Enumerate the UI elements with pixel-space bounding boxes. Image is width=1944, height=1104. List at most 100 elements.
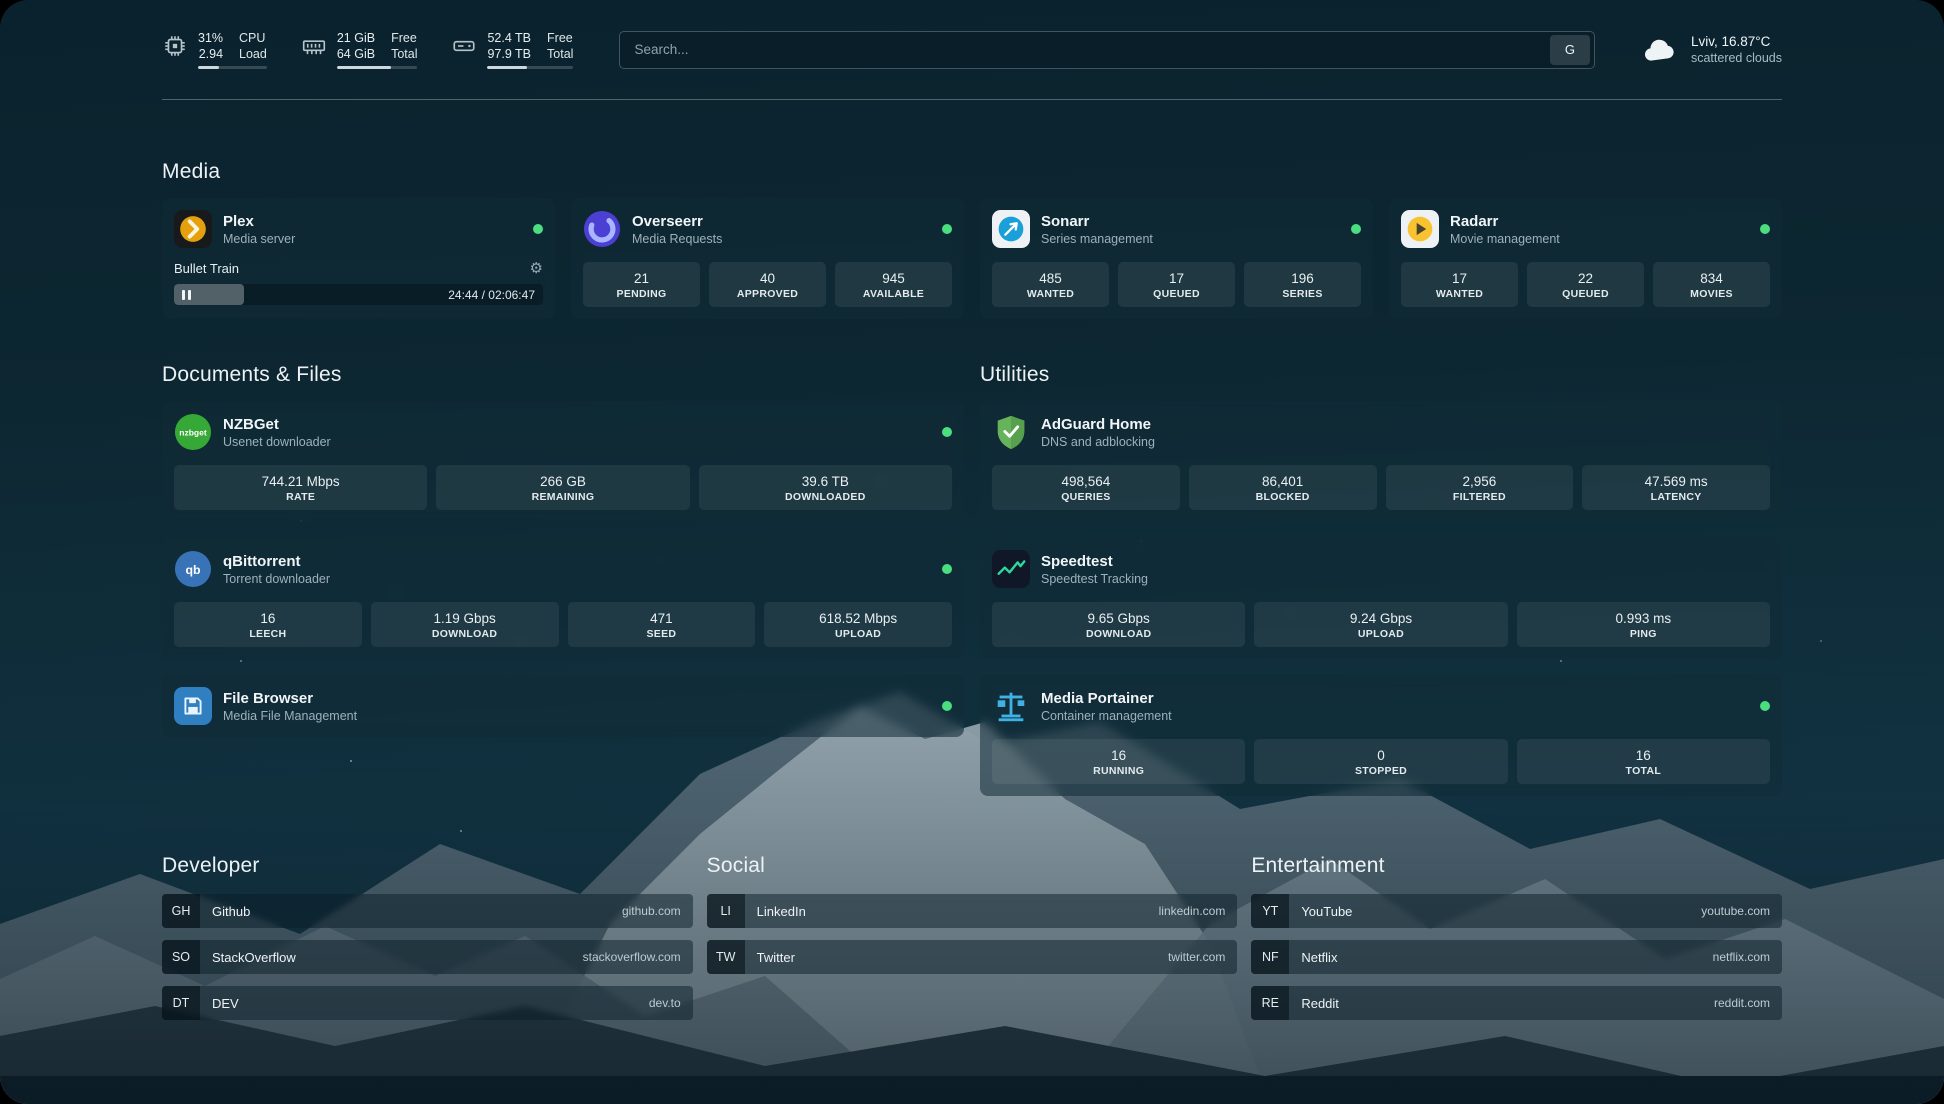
speedtest-icon [992,550,1030,588]
service-desc: DNS and adblocking [1041,434,1155,450]
cpu-widget: 31% CPU 2.94 Load [162,30,267,69]
service-name: NZBGet [223,415,331,434]
service-desc: Media Requests [632,231,722,247]
bookmark-reddit[interactable]: RE Reddit reddit.com [1251,986,1782,1020]
speedtest-card[interactable]: Speedtest Speedtest Tracking 9.65 Gbps D… [980,538,1782,659]
service-name: Radarr [1450,212,1560,231]
utilities-column: Utilities AdGuard Home DNS and adblockin… [980,363,1782,796]
now-playing-title: Bullet Train [174,261,239,276]
status-dot [533,224,543,234]
stat-pending: 21 PENDING [583,262,700,307]
gear-icon[interactable]: ⚙ [530,261,543,276]
plex-card[interactable]: Plex Media server Bullet Train ⚙ 24:44 /… [162,198,555,319]
bookmark-dev[interactable]: DT DEV dev.to [162,986,693,1020]
section-title-social: Social [707,854,1238,878]
reddit-abbr-icon: RE [1251,986,1289,1020]
memory-free-value: 21 GiB [337,30,375,46]
status-dot [942,564,952,574]
adguard-icon [992,413,1030,451]
twitter-abbr-icon: TW [707,940,745,974]
playback-progress-bar: 24:44 / 02:06:47 [174,284,543,305]
stat-download: 1.19 Gbps DOWNLOAD [371,602,559,647]
stat-stopped: 0 STOPPED [1254,739,1507,784]
memory-widget: 21 GiB Free 64 GiB Total [301,30,418,69]
service-name: Plex [223,212,295,231]
disk-free-label: Free [547,30,573,46]
memory-progress-fill [337,66,391,69]
stat-available: 945 AVAILABLE [835,262,952,307]
service-desc: Series management [1041,231,1153,247]
stat-upload: 9.24 Gbps UPLOAD [1254,602,1507,647]
sonarr-icon [992,210,1030,248]
qbittorrent-icon: qb [174,550,212,588]
adguard-card[interactable]: AdGuard Home DNS and adblocking 498,564 … [980,401,1782,522]
status-dot [942,427,952,437]
disk-total-value: 97.9 TB [487,46,531,62]
resource-monitors: 31% CPU 2.94 Load [162,30,573,69]
media-grid: Plex Media server Bullet Train ⚙ 24:44 /… [162,198,1782,319]
stat-latency: 47.569 ms LATENCY [1582,465,1770,510]
service-desc: Usenet downloader [223,434,331,450]
stat-approved: 40 APPROVED [709,262,826,307]
cloud-icon [1641,36,1679,64]
filebrowser-card[interactable]: File Browser Media File Management [162,675,964,737]
status-dot [942,224,952,234]
disk-free-value: 52.4 TB [487,30,531,46]
stat-total: 16 TOTAL [1517,739,1770,784]
dashboard-screen: 31% CPU 2.94 Load [0,0,1944,1104]
service-name: AdGuard Home [1041,415,1155,434]
stat-running: 16 RUNNING [992,739,1245,784]
pause-icon [182,290,185,300]
social-column: Social LI LinkedIn linkedin.com TW Twitt… [707,854,1238,986]
playback-progress-fill [174,284,244,305]
service-desc: Media File Management [223,708,357,724]
weather-location: Lviv, 16.87°C [1691,33,1782,50]
stat-blocked: 86,401 BLOCKED [1189,465,1377,510]
entertainment-column: Entertainment YT YouTube youtube.com NF … [1251,854,1782,1032]
bookmark-youtube[interactable]: YT YouTube youtube.com [1251,894,1782,928]
netflix-abbr-icon: NF [1251,940,1289,974]
memory-total-value: 64 GiB [337,46,375,62]
service-name: qBittorrent [223,552,330,571]
section-title-utilities: Utilities [980,363,1782,387]
disk-progress-track [487,66,573,69]
service-desc: Movie management [1450,231,1560,247]
nzbget-card[interactable]: nzbget NZBGet Usenet downloader 744.21 M… [162,401,964,522]
portainer-card[interactable]: Media Portainer Container management 16 … [980,675,1782,796]
stackoverflow-abbr-icon: SO [162,940,200,974]
memory-progress-track [337,66,418,69]
sonarr-card[interactable]: Sonarr Series management 485 WANTED 17 Q… [980,198,1373,319]
stat-download: 9.65 Gbps DOWNLOAD [992,602,1245,647]
stat-queued: 22 QUEUED [1527,262,1644,307]
bookmark-stackoverflow[interactable]: SO StackOverflow stackoverflow.com [162,940,693,974]
search-input[interactable] [620,42,1550,57]
overseerr-icon [583,210,621,248]
stat-movies: 834 MOVIES [1653,262,1770,307]
cpu-icon [162,33,188,59]
github-abbr-icon: GH [162,894,200,928]
bookmark-linkedin[interactable]: LI LinkedIn linkedin.com [707,894,1238,928]
stat-ping: 0.993 ms PING [1517,602,1770,647]
memory-total-label: Total [391,46,417,62]
status-dot [1351,224,1361,234]
header-divider [162,99,1782,100]
bookmark-netflix[interactable]: NF Netflix netflix.com [1251,940,1782,974]
search-bar: G [619,31,1595,69]
radarr-card[interactable]: Radarr Movie management 17 WANTED 22 QUE… [1389,198,1782,319]
disk-progress-fill [487,66,527,69]
dev-abbr-icon: DT [162,986,200,1020]
svg-text:qb: qb [185,563,201,577]
memory-icon [301,33,327,59]
overseerr-card[interactable]: Overseerr Media Requests 21 PENDING 40 A… [571,198,964,319]
search-provider-button[interactable]: G [1550,35,1590,65]
service-name: Media Portainer [1041,689,1172,708]
bookmark-github[interactable]: GH Github github.com [162,894,693,928]
stat-rate: 744.21 Mbps RATE [174,465,427,510]
bookmark-twitter[interactable]: TW Twitter twitter.com [707,940,1238,974]
top-bar: 31% CPU 2.94 Load [162,0,1782,69]
cpu-progress-fill [198,66,219,69]
section-title-developer: Developer [162,854,693,878]
qbittorrent-card[interactable]: qb qBittorrent Torrent downloader 16 [162,538,964,659]
cpu-load-value: 2.94 [198,46,223,62]
nzbget-icon: nzbget [174,413,212,451]
